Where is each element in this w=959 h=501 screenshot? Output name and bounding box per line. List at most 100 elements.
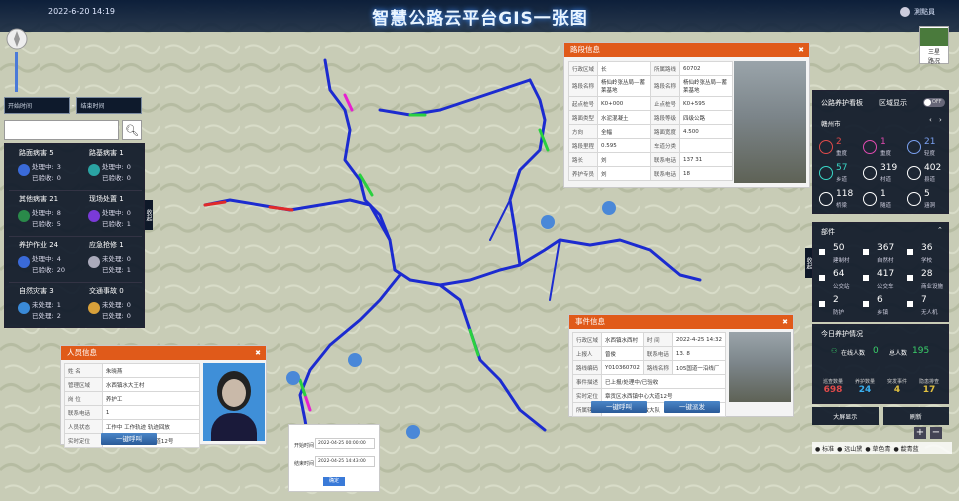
close-icon[interactable]: ✖ <box>255 346 261 360</box>
part-item[interactable]: 417 公交车 <box>863 269 907 291</box>
dispatch-button[interactable]: 一键派发 <box>664 401 720 413</box>
road-stat[interactable]: 21 轻度 <box>907 137 951 159</box>
stat-cell[interactable]: 养护作业 24 处理中: 4 已验收: 20 <box>5 236 75 282</box>
zoom-in-button[interactable]: + <box>914 427 926 439</box>
zoom-slider[interactable] <box>15 52 18 92</box>
part-checkbox[interactable] <box>907 301 913 307</box>
part-value: 417 <box>877 269 895 279</box>
part-item[interactable]: 2 防护 <box>819 295 863 317</box>
end-time-input[interactable]: 2022-04-25 14:43:00 <box>315 456 375 467</box>
part-label: 学校 <box>921 258 933 264</box>
metric-value: 698 <box>823 385 843 395</box>
part-item[interactable]: 7 无人机 <box>907 295 951 317</box>
chevron-right-icon[interactable]: › <box>939 116 942 124</box>
stat-cell[interactable]: 交通事故 0 未处理: 0 已处理: 0 <box>75 282 145 328</box>
end-date-input[interactable]: 结束时间 <box>76 96 143 114</box>
map-style-option[interactable]: ● 靛青蓝 <box>893 446 918 453</box>
stat-cell[interactable]: 路面病害 5 处理中: 3 已验收: 0 <box>5 144 75 190</box>
road-stat[interactable]: 1 隧道 <box>863 189 907 211</box>
stat-icon <box>907 166 921 180</box>
stat-cell[interactable]: 应急抢修 1 未处理: 0 已处理: 1 <box>75 236 145 282</box>
part-item[interactable]: 64 公交站 <box>819 269 863 291</box>
road-stat[interactable]: 2 重度 <box>819 137 863 159</box>
left-collapse-button[interactable]: 收起 <box>145 200 153 230</box>
map-style-option[interactable]: ● 远山黛 <box>837 446 862 453</box>
map-style-option[interactable]: ● 标准 <box>815 446 834 453</box>
start-date-input[interactable]: 开始时间 <box>4 96 70 114</box>
part-item[interactable]: 367 自然村 <box>863 243 907 265</box>
close-icon[interactable]: ✖ <box>782 315 788 329</box>
call-button[interactable]: 一键呼叫 <box>591 401 647 413</box>
part-checkbox[interactable] <box>907 275 913 281</box>
road-stat[interactable]: 1 重度 <box>863 137 907 159</box>
part-checkbox[interactable] <box>819 249 825 255</box>
part-item[interactable]: 28 商业设施 <box>907 269 951 291</box>
stat-cell[interactable]: 其他病害 21 处理中: 8 已验收: 5 <box>5 190 75 236</box>
part-checkbox[interactable] <box>863 301 869 307</box>
road-stat[interactable]: 57 乡道 <box>819 163 863 185</box>
stat-value: 1 <box>880 137 886 147</box>
big-screen-button[interactable]: 大屏显示 <box>812 407 879 425</box>
stat-value: 1 <box>56 301 61 309</box>
map-style-option[interactable]: ● 草色青 <box>865 446 890 453</box>
stat-value: 118 <box>836 189 854 199</box>
field-value: K0+000 <box>597 96 651 111</box>
stat-key: 未处理: <box>102 255 124 263</box>
stat-value: 0 <box>126 209 131 217</box>
stat-cell[interactable]: 自然灾害 3 未处理: 1 已处理: 2 <box>5 282 75 328</box>
map-style-legend: ● 标准 ● 远山黛 ● 草色青 ● 靛青蓝 <box>812 442 952 454</box>
road-stat[interactable]: 118 桥梁 <box>819 189 863 211</box>
field-value: 全幅 <box>597 124 651 139</box>
category-icon <box>18 256 30 268</box>
road-stat[interactable]: 5 涵洞 <box>907 189 951 211</box>
start-time-input[interactable]: 2022-04-25 00:00:00 <box>315 438 375 449</box>
stat-key: 已处理: <box>102 266 124 274</box>
part-checkbox[interactable] <box>819 275 825 281</box>
person-icon: ⚇ <box>831 347 838 355</box>
field-value: 137 31 <box>679 152 733 167</box>
top-bar: 2022-6-20 14:19 智慧公路云平台GIS一张图 測點員 <box>0 0 959 32</box>
call-button[interactable]: 一键呼叫 <box>101 433 157 445</box>
part-checkbox[interactable] <box>907 249 913 255</box>
zoom-out-button[interactable]: − <box>930 427 942 439</box>
stat-value: 5 <box>56 220 61 228</box>
field-label: 联系电话 <box>649 166 681 181</box>
map-type-switcher[interactable]: 三星 路况 <box>919 26 949 65</box>
part-checkbox[interactable] <box>819 301 825 307</box>
stat-value: 1 <box>126 220 131 228</box>
stat-cell[interactable]: 路基病害 1 处理中: 0 已验收: 0 <box>75 144 145 190</box>
refresh-button[interactable]: 刷新 <box>882 407 949 425</box>
region-display-toggle[interactable]: OFF <box>923 98 945 107</box>
chevron-up-icon[interactable]: ⌃ <box>937 226 943 234</box>
metric-label: 养护数量 <box>854 379 875 385</box>
category-icon <box>18 302 30 314</box>
stat-cell-title: 自然灾害 3 <box>19 287 54 295</box>
chevron-left-icon[interactable]: ‹ <box>929 116 932 124</box>
road-stat[interactable]: 319 村道 <box>863 163 907 185</box>
part-label: 公交站 <box>833 284 850 290</box>
field-label: 起点桩号 <box>567 96 599 111</box>
popup-title: 路段信息 <box>570 45 600 54</box>
road-info-popup: 路段信息 ✖ 行政区域长所属路线 60702 路段名称 杨仙岭张丛局—蓄莱基地 路段名称杨… <box>563 42 810 188</box>
stat-line: 已处理: 2 <box>32 310 61 320</box>
stat-line: 处理中: 0 <box>102 161 131 171</box>
user-menu[interactable]: 測點員 <box>900 7 935 17</box>
close-icon[interactable]: ✖ <box>798 43 804 57</box>
stat-cell[interactable]: 现场处置 1 处理中: 0 已验收: 1 <box>75 190 145 236</box>
part-item[interactable]: 50 建制村 <box>819 243 863 265</box>
confirm-button[interactable]: 确定 <box>323 477 345 486</box>
part-checkbox[interactable] <box>863 249 869 255</box>
table-row: 上报人 曾俊 联系电话 13. 8 <box>571 346 727 361</box>
road-stat[interactable]: 402 县道 <box>907 163 951 185</box>
city-selector[interactable]: 赣州市 <box>821 118 841 128</box>
stat-label: 乡道 <box>836 177 848 183</box>
part-item[interactable]: 36 学校 <box>907 243 951 265</box>
part-item[interactable]: 6 乡镇 <box>863 295 907 317</box>
part-checkbox[interactable] <box>863 275 869 281</box>
stat-line: 未处理: 0 <box>102 253 131 263</box>
search-button[interactable]: 🔍︎ <box>122 120 142 140</box>
search-input[interactable] <box>4 120 119 140</box>
category-icon <box>18 210 30 222</box>
compass-icon[interactable] <box>6 28 28 50</box>
field-value: 4.500 <box>679 124 733 139</box>
